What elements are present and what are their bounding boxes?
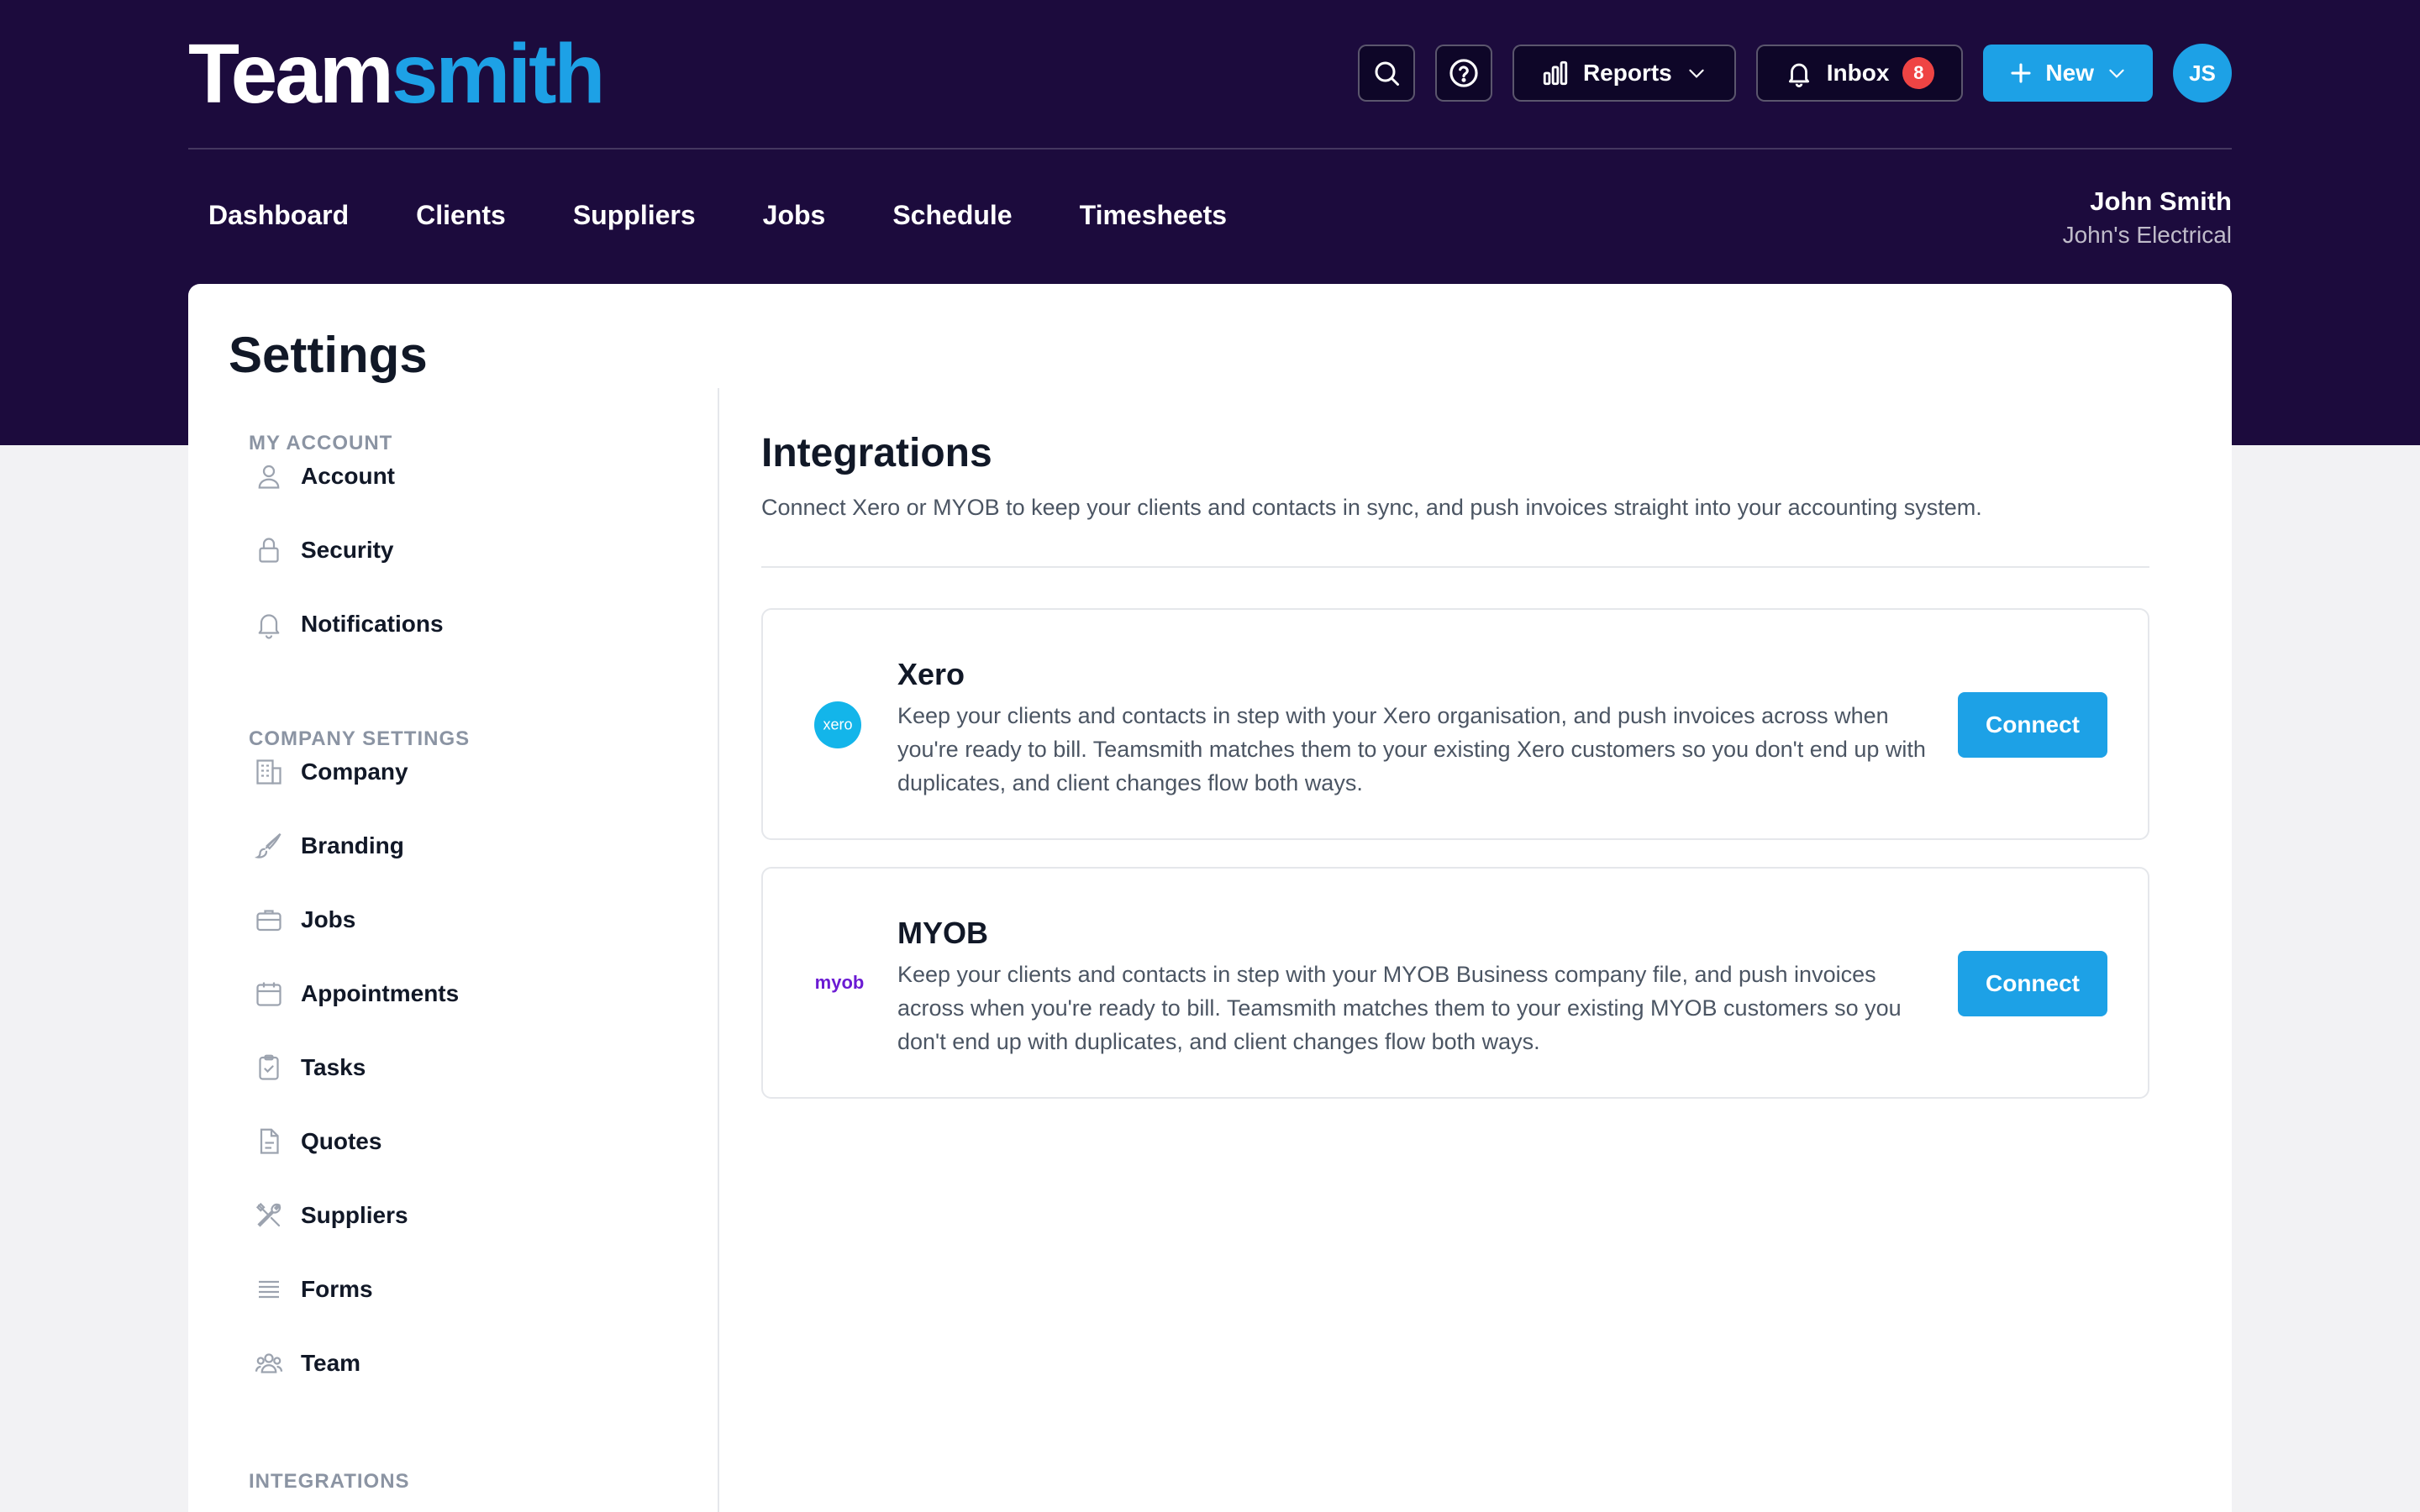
sidebar-item-label: Team	[301, 1350, 361, 1376]
user-company: John's Electrical	[2062, 222, 2232, 248]
myob-connect-button[interactable]: Connect	[1958, 951, 2107, 1016]
search-button[interactable]	[1357, 45, 1415, 102]
section-heading-integrations: INTEGRATIONS	[249, 1470, 410, 1493]
reports-dropdown[interactable]: Reports	[1512, 45, 1736, 102]
settings-sidebar: MY ACCOUNT Account Security Notification…	[188, 388, 719, 1512]
building-icon	[256, 759, 281, 785]
list-icon	[259, 1280, 279, 1299]
page-title: Settings	[229, 327, 428, 383]
sidebar-item-label: Suppliers	[301, 1202, 408, 1228]
inbox-label: Inbox	[1826, 60, 1890, 86]
xero-description: Keep your clients and contacts in step w…	[897, 703, 1926, 795]
tools-icon	[255, 1202, 281, 1227]
settings-card: Settings MY ACCOUNT Account Security Not…	[188, 284, 2232, 1512]
sidebar-item-label: Company	[301, 759, 408, 785]
chevron-down-icon	[1689, 69, 1704, 78]
sidebar-item-suppliers[interactable]: Suppliers	[254, 1194, 408, 1236]
help-icon	[1449, 59, 1478, 87]
xero-connect-button[interactable]: Connect	[1958, 692, 2107, 758]
nav-clients[interactable]: Clients	[416, 200, 506, 231]
logo-text-team: Team	[188, 27, 394, 121]
integrations-title: Integrations	[761, 431, 992, 475]
app-header: Teamsmith Reports Inbox 8 New JS	[188, 0, 2232, 150]
sidebar-item-label: Tasks	[301, 1054, 366, 1080]
sidebar-item-label: Quotes	[301, 1128, 382, 1154]
clipboard-check-icon	[259, 1054, 279, 1080]
brush-icon	[254, 832, 281, 858]
myob-integration-card: myob MYOB Keep your clients and contacts…	[761, 867, 2149, 1099]
sidebar-item-label: Security	[301, 537, 394, 563]
document-icon	[260, 1128, 279, 1154]
user-info[interactable]: John Smith John's Electrical	[2063, 186, 2232, 249]
sidebar-item-team[interactable]: Team	[254, 1342, 360, 1384]
section-divider	[761, 566, 2149, 568]
sidebar-item-appointments[interactable]: Appointments	[254, 973, 459, 1015]
sidebar-item-label: Appointments	[301, 980, 460, 1006]
calendar-icon	[256, 982, 281, 1006]
nav-dashboard[interactable]: Dashboard	[208, 200, 349, 231]
user-name: John Smith	[2090, 186, 2232, 216]
nav-schedule[interactable]: Schedule	[892, 200, 1012, 231]
sidebar-item-account[interactable]: Account	[254, 455, 395, 497]
sidebar-item-branding[interactable]: Branding	[254, 825, 404, 867]
sidebar-item-label: Jobs	[301, 906, 356, 932]
new-dropdown-button[interactable]: New	[1983, 45, 2153, 102]
sidebar-item-notifications[interactable]: Notifications	[254, 603, 444, 645]
teamsmith-logo[interactable]: Teamsmith	[188, 32, 606, 116]
lock-icon	[259, 538, 279, 563]
section-heading-company-settings: COMPANY SETTINGS	[249, 727, 471, 750]
sidebar-item-company[interactable]: Company	[254, 751, 408, 793]
myob-logo-icon: myob	[815, 972, 865, 993]
sidebar-item-label: Account	[301, 463, 395, 489]
section-heading-my-account: MY ACCOUNT	[249, 432, 393, 454]
bar-chart-icon	[1543, 60, 1568, 86]
myob-description: Keep your clients and contacts in step w…	[897, 962, 1902, 1054]
nav-suppliers[interactable]: Suppliers	[573, 200, 696, 231]
sidebar-item-label: Notifications	[301, 611, 444, 637]
new-label: New	[2045, 60, 2094, 86]
sidebar-item-tasks[interactable]: Tasks	[254, 1047, 366, 1089]
sidebar-item-label: Forms	[301, 1276, 373, 1302]
sidebar-item-quotes[interactable]: Quotes	[254, 1121, 381, 1163]
inbox-button[interactable]: Inbox 8	[1755, 45, 1964, 102]
logo-text-smith: smith	[391, 27, 606, 121]
sidebar-item-label: Branding	[301, 832, 404, 858]
svg-text:xero: xero	[823, 717, 852, 733]
main-nav: Dashboard Clients Suppliers Jobs Schedul…	[208, 200, 1227, 231]
chevron-down-icon	[2109, 69, 2124, 78]
bell-icon	[1788, 63, 1809, 87]
xero-logo-icon: xero	[814, 701, 861, 748]
user-icon	[258, 465, 280, 489]
nav-timesheets[interactable]: Timesheets	[1080, 200, 1228, 231]
reports-label: Reports	[1582, 60, 1672, 86]
xero-integration-card: xero Xero Keep your clients and contacts…	[761, 608, 2149, 840]
plus-icon	[2011, 63, 2031, 83]
inbox-count-badge: 8	[1902, 57, 1935, 89]
help-button[interactable]	[1434, 45, 1492, 102]
xero-name: Xero	[897, 657, 965, 691]
myob-name: MYOB	[897, 916, 988, 950]
sidebar-item-security[interactable]: Security	[254, 529, 394, 571]
user-avatar[interactable]: JS	[2173, 44, 2232, 102]
nav-jobs[interactable]: Jobs	[763, 200, 826, 231]
bell-icon	[258, 614, 280, 639]
sidebar-item-jobs[interactable]: Jobs	[254, 899, 355, 941]
svg-text:myob: myob	[815, 972, 865, 993]
search-icon	[1375, 61, 1399, 86]
users-icon	[255, 1353, 283, 1373]
sidebar-item-forms[interactable]: Forms	[254, 1268, 373, 1310]
integrations-panel: Integrations Connect Xero or MYOB to kee…	[761, 430, 2149, 1099]
briefcase-icon	[256, 910, 281, 932]
integrations-description: Connect Xero or MYOB to keep your client…	[761, 495, 1982, 520]
header-actions: Reports Inbox 8 New JS	[1357, 44, 2232, 102]
